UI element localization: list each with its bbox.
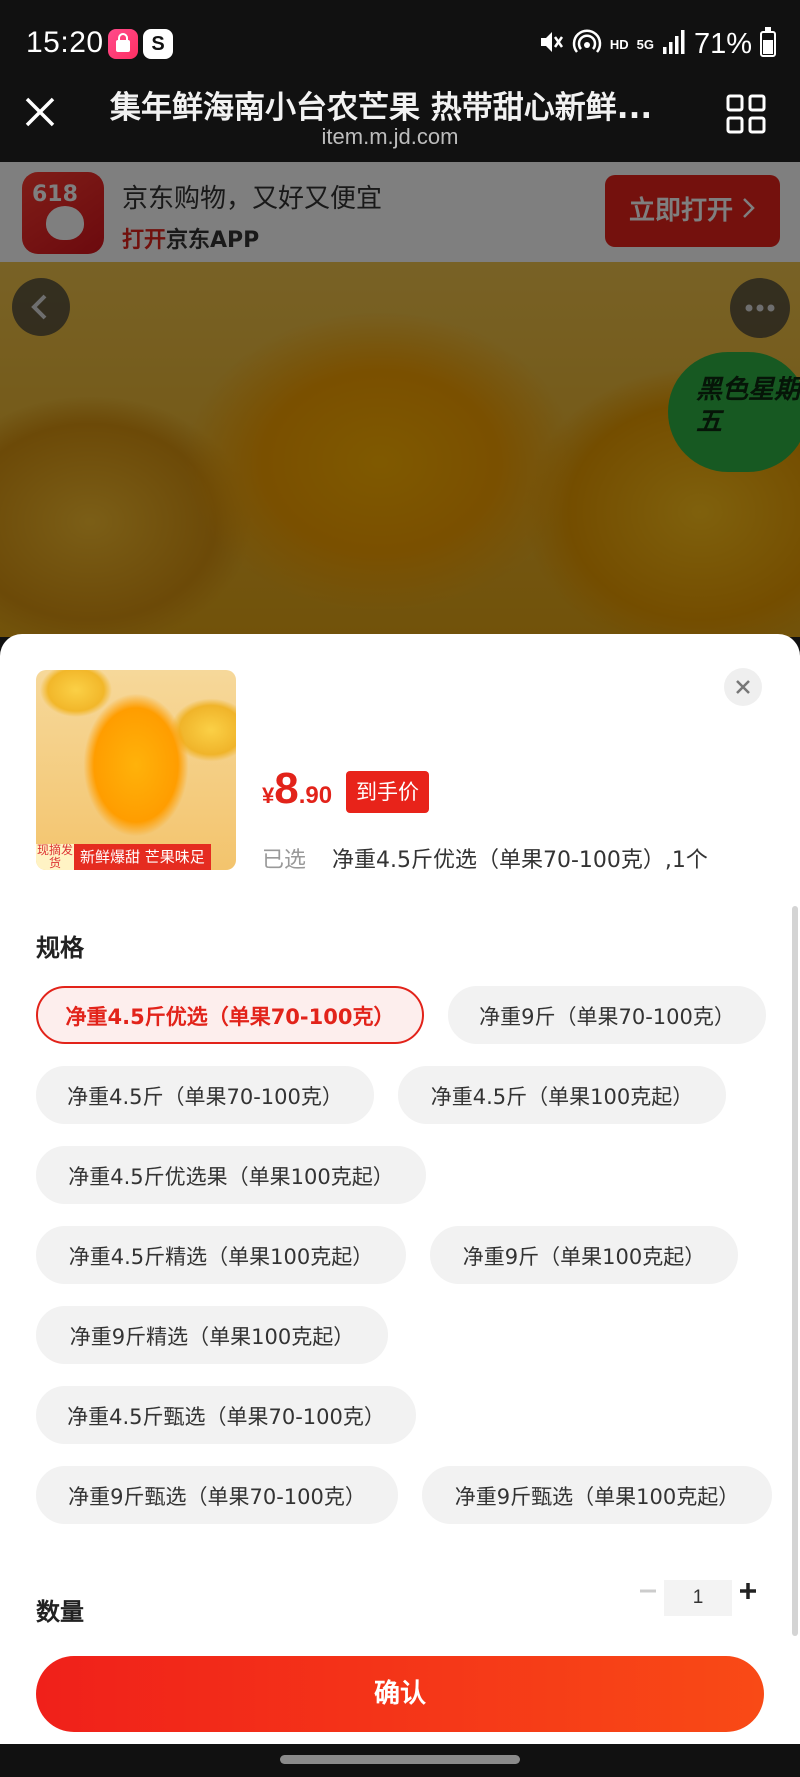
grid-icon[interactable] <box>726 94 766 134</box>
plus-icon[interactable] <box>736 1574 760 1608</box>
spec-selection-sheet: 现摘发货 新鲜爆甜 芒果味足 ¥8.90 到手价 已选 净重4.5斤优选（单果7… <box>0 634 800 1744</box>
spec-option[interactable]: 净重4.5斤（单果100克起） <box>398 1066 726 1124</box>
spec-option[interactable]: 净重9斤甄选（单果100克起） <box>422 1466 772 1524</box>
spec-option[interactable]: 净重4.5斤优选果（单果100克起） <box>36 1146 426 1204</box>
battery-icon <box>760 27 776 57</box>
hotspot-icon <box>572 27 602 62</box>
price-badge: 到手价 <box>346 771 429 813</box>
quantity-label: 数量 <box>36 1598 84 1626</box>
spec-option[interactable]: 净重9斤（单果100克起） <box>430 1226 738 1284</box>
status-time: 15:20 <box>26 26 104 59</box>
product-thumbnail: 现摘发货 新鲜爆甜 芒果味足 <box>36 670 236 870</box>
network-5g-label: 5G <box>636 36 654 52</box>
thumbnail-tag: 现摘发货 新鲜爆甜 芒果味足 <box>36 844 211 870</box>
spec-option[interactable]: 净重4.5斤精选（单果100克起） <box>36 1226 406 1284</box>
close-icon[interactable] <box>22 94 58 130</box>
thumbnail-tag-small: 现摘发货 <box>36 843 74 870</box>
price-symbol: ¥ <box>262 783 275 808</box>
network-hd-label: HD <box>609 36 629 52</box>
confirm-button[interactable]: 确认 <box>36 1656 764 1732</box>
browser-header: 集年鲜海南小台农芒果 热带甜心新鲜... item.m.jd.com <box>0 88 800 162</box>
spec-option[interactable]: 净重4.5斤（单果70-100克） <box>36 1066 374 1124</box>
minus-icon[interactable] <box>636 1574 660 1608</box>
page-title: 集年鲜海南小台农芒果 热带甜心新鲜... <box>110 90 653 126</box>
spec-option[interactable]: 净重9斤甄选（单果70-100克） <box>36 1466 398 1524</box>
home-indicator[interactable] <box>280 1755 520 1764</box>
navigation-bar <box>0 1744 800 1777</box>
s-app-icon: S <box>143 29 173 59</box>
status-icons: HD 5G 71% <box>538 26 776 62</box>
spec-section-title: 规格 <box>36 934 84 962</box>
close-icon[interactable] <box>724 668 762 706</box>
product-page-background: 618 京东购物，又好又便宜 打开京东APP 立即打开 黑色星期五 <box>0 162 800 637</box>
spec-option[interactable]: 净重4.5斤甄选（单果70-100克） <box>36 1386 416 1444</box>
shopping-bag-app-icon <box>108 29 138 59</box>
price-integer: 8 <box>274 764 299 813</box>
signal-icon <box>662 29 686 60</box>
thumbnail-tag-text: 新鲜爆甜 芒果味足 <box>74 844 211 870</box>
selected-label: 已选 <box>262 848 307 873</box>
battery-percent: 71% <box>693 27 752 60</box>
page-url: item.m.jd.com <box>321 124 459 149</box>
price-decimal: .90 <box>298 782 333 809</box>
mute-icon <box>538 28 564 61</box>
spec-option[interactable]: 净重4.5斤优选（单果70-100克） <box>36 986 424 1044</box>
spec-option[interactable]: 净重9斤（单果70-100克） <box>448 986 766 1044</box>
overlay-dim[interactable] <box>0 162 800 637</box>
quantity-input[interactable]: 1 <box>664 1580 732 1616</box>
scrollbar[interactable] <box>792 906 798 1636</box>
price: ¥8.90 <box>262 764 332 814</box>
spec-option[interactable]: 净重9斤精选（单果100克起） <box>36 1306 388 1364</box>
status-bar: 15:20 S HD 5G 71% <box>0 0 800 88</box>
selected-value: 净重4.5斤优选（单果70-100克）,1个 <box>332 848 708 873</box>
